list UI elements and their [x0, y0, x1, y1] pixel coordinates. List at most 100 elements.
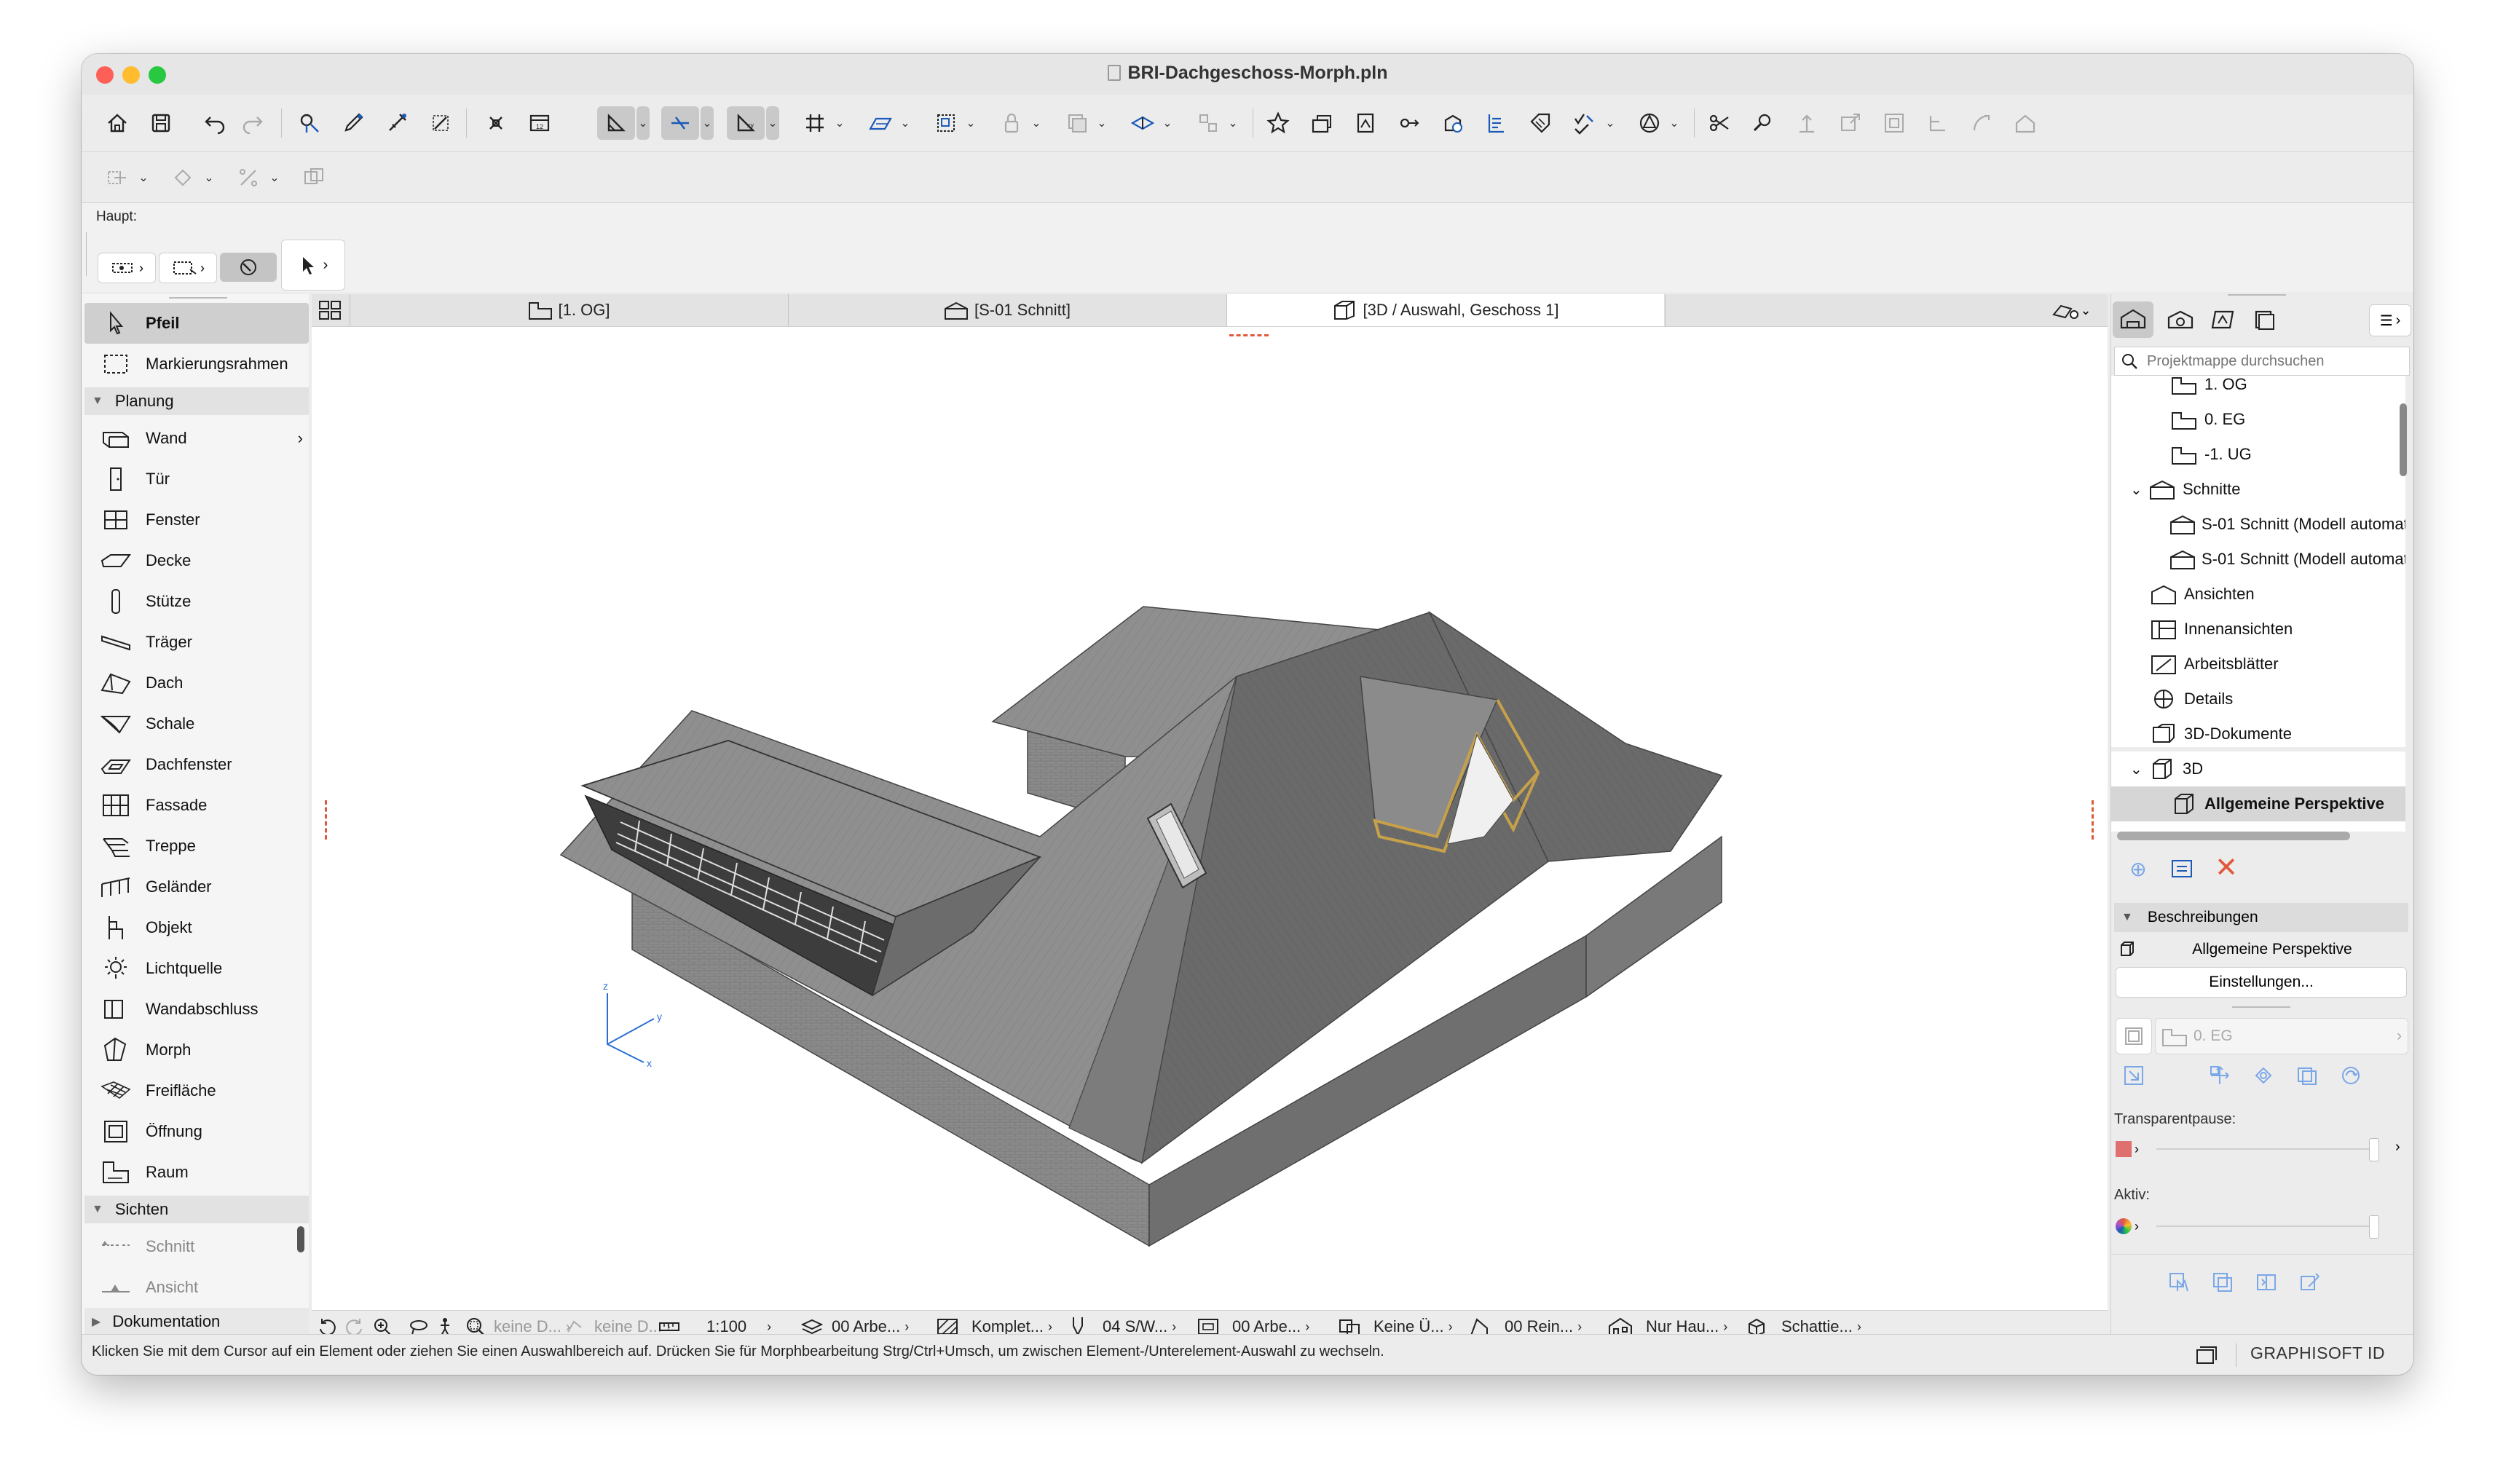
- duplicate-icon[interactable]: [297, 161, 331, 194]
- tab-overview-button[interactable]: [315, 294, 345, 326]
- percent-icon[interactable]: [232, 161, 265, 194]
- construction-snap-icon[interactable]: xy: [727, 106, 765, 140]
- tool-curtain-wall[interactable]: Fassade: [84, 785, 309, 826]
- chevron-right-icon[interactable]: ›: [2395, 1139, 2400, 1156]
- chevron-down-icon[interactable]: ⌄: [833, 106, 846, 140]
- panels-toggle-icon[interactable]: [2194, 1342, 2220, 1368]
- tool-shell[interactable]: Schale: [84, 703, 309, 744]
- tree-section-s01-a[interactable]: S-01 Schnitt (Modell automatisch w: [2169, 507, 2405, 542]
- chevron-down-icon[interactable]: ⌄: [766, 106, 779, 140]
- tab-3d-view[interactable]: [3D / Auswahl, Geschoss 1]: [1227, 294, 1664, 326]
- navigator-view-map-button[interactable]: [2162, 301, 2199, 338]
- tab-section[interactable]: [S-01 Schnitt]: [789, 294, 1226, 326]
- trace-icon[interactable]: [1392, 106, 1426, 140]
- schedule-icon[interactable]: [1480, 106, 1513, 140]
- display-order-icon[interactable]: [1060, 106, 1094, 140]
- tool-railing[interactable]: Geländer: [84, 867, 309, 907]
- tree-story-minus1ug[interactable]: -1. UG: [2169, 437, 2405, 472]
- tool-elevation[interactable]: Ansicht: [84, 1267, 309, 1308]
- tree-interior-elevations-folder[interactable]: Innenansichten: [2149, 612, 2405, 647]
- chevron-down-icon[interactable]: ⌄: [1161, 106, 1174, 140]
- layout-book-icon[interactable]: [1349, 106, 1382, 140]
- tab-view-options-button[interactable]: ⌄: [2042, 294, 2100, 326]
- chevron-down-icon[interactable]: ⌄: [1604, 106, 1617, 140]
- tree-story-1og[interactable]: 1. OG: [2169, 376, 2405, 402]
- transparency-slider-handle[interactable]: [2369, 1138, 2379, 1161]
- chevron-down-icon[interactable]: ⌄: [137, 161, 150, 194]
- group-icon[interactable]: [929, 106, 963, 140]
- refresh-icon[interactable]: [2337, 1062, 2365, 1089]
- arrow-selector[interactable]: ›: [281, 240, 345, 291]
- tree-elevations-folder[interactable]: Ansichten: [2149, 577, 2405, 612]
- tool-wall[interactable]: Wand ›: [84, 418, 309, 459]
- lock-icon[interactable]: [995, 106, 1028, 140]
- tool-skylight[interactable]: Dachfenster: [84, 744, 309, 785]
- toolbox-scrollbar[interactable]: [297, 1226, 304, 1252]
- navigator-project-map-button[interactable]: [2113, 301, 2153, 338]
- chevron-down-icon[interactable]: ⌄: [701, 106, 714, 140]
- tool-beam[interactable]: Träger: [84, 622, 309, 663]
- library-icon[interactable]: [1305, 106, 1339, 140]
- scissors-icon[interactable]: [1703, 106, 1736, 140]
- chevron-down-icon[interactable]: ⌄: [964, 106, 977, 140]
- tool-opening[interactable]: Öffnung: [84, 1111, 309, 1152]
- tab-floor-plan[interactable]: [1. OG]: [350, 294, 787, 326]
- resize-icon[interactable]: [1834, 106, 1867, 140]
- reset-view-icon[interactable]: [2120, 1062, 2148, 1089]
- chevron-down-icon[interactable]: ⌄: [268, 161, 281, 194]
- grid-snap-icon[interactable]: 12: [523, 106, 556, 140]
- tool-object[interactable]: Objekt: [84, 907, 309, 948]
- chevron-down-icon[interactable]: ⌄: [899, 106, 912, 140]
- active-color-swatch[interactable]: ›: [2116, 1210, 2148, 1242]
- navigator-publisher-button[interactable]: [2245, 301, 2282, 338]
- tool-wall-end[interactable]: Wandabschluss: [84, 989, 309, 1030]
- category-sichten[interactable]: ▼ Sichten: [84, 1196, 309, 1223]
- snap-point-icon[interactable]: [479, 106, 513, 140]
- tool-zone[interactable]: Raum: [84, 1152, 309, 1193]
- tree-sections-folder[interactable]: ⌄ Schnitte: [2130, 472, 2405, 507]
- chevron-down-icon[interactable]: ⌄: [636, 106, 650, 140]
- magic-wand-settings-icon[interactable]: [100, 161, 134, 194]
- fillet-icon[interactable]: [1965, 106, 1998, 140]
- syringe-icon[interactable]: [380, 106, 414, 140]
- rotate-view-icon[interactable]: [2250, 1062, 2277, 1089]
- elevate-icon[interactable]: [1790, 106, 1824, 140]
- tree-details-folder[interactable]: Details: [2149, 682, 2405, 717]
- tree-3d-folder[interactable]: ⌄ 3D: [2130, 751, 2405, 786]
- story-field[interactable]: 0. EG ›: [2155, 1018, 2408, 1054]
- publish-icon[interactable]: [1436, 106, 1470, 140]
- tool-window[interactable]: Fenster: [84, 500, 309, 540]
- clone-view-icon[interactable]: [2209, 1268, 2236, 1296]
- transparency-color-swatch[interactable]: ›: [2116, 1133, 2148, 1165]
- category-planung[interactable]: ▼ Planung: [84, 387, 309, 415]
- tool-marquee[interactable]: Markierungsrahmen: [84, 344, 309, 384]
- pick-up-parameters-icon[interactable]: [293, 106, 326, 140]
- selection-method-selector[interactable]: ›: [98, 253, 156, 283]
- magic-wand-icon[interactable]: [424, 106, 457, 140]
- split-icon[interactable]: [1921, 106, 1955, 140]
- 3d-viewport[interactable]: z y x keine D...› keine D...› 1:100› 00 …: [312, 327, 2108, 1343]
- guide-lines-icon[interactable]: [597, 106, 635, 140]
- active-slider[interactable]: [2156, 1215, 2379, 1239]
- tool-arrow[interactable]: Pfeil: [84, 303, 309, 344]
- eyedropper-icon[interactable]: [336, 106, 370, 140]
- marquee-mode-selector[interactable]: ›: [159, 253, 217, 283]
- tool-morph[interactable]: Morph: [84, 1030, 309, 1070]
- view-sync-icon[interactable]: [2165, 1268, 2193, 1296]
- tree-story-0eg[interactable]: 0. EG: [2169, 402, 2405, 437]
- check-layers-icon[interactable]: [1567, 106, 1601, 140]
- pan-icon[interactable]: [2206, 1062, 2234, 1089]
- chevron-down-icon[interactable]: ⌄: [1095, 106, 1108, 140]
- tree-3d-documents-folder[interactable]: 3D-Dokumente: [2149, 717, 2405, 747]
- navigator-menu-button[interactable]: ☰ ›: [2369, 304, 2411, 336]
- delete-view-icon[interactable]: ✕: [2215, 854, 2238, 882]
- edit-view-icon[interactable]: [2296, 1268, 2324, 1296]
- tool-roof[interactable]: Dach: [84, 663, 309, 703]
- tool-stair[interactable]: Treppe: [84, 826, 309, 867]
- settings-button[interactable]: Einstellungen...: [2116, 967, 2407, 998]
- mirror-view-icon[interactable]: [2252, 1268, 2280, 1296]
- search-input[interactable]: [2145, 352, 2403, 371]
- redo-icon[interactable]: [236, 106, 269, 140]
- magnifier-tool-icon[interactable]: [1746, 106, 1780, 140]
- roof-adjust-icon[interactable]: [2009, 106, 2042, 140]
